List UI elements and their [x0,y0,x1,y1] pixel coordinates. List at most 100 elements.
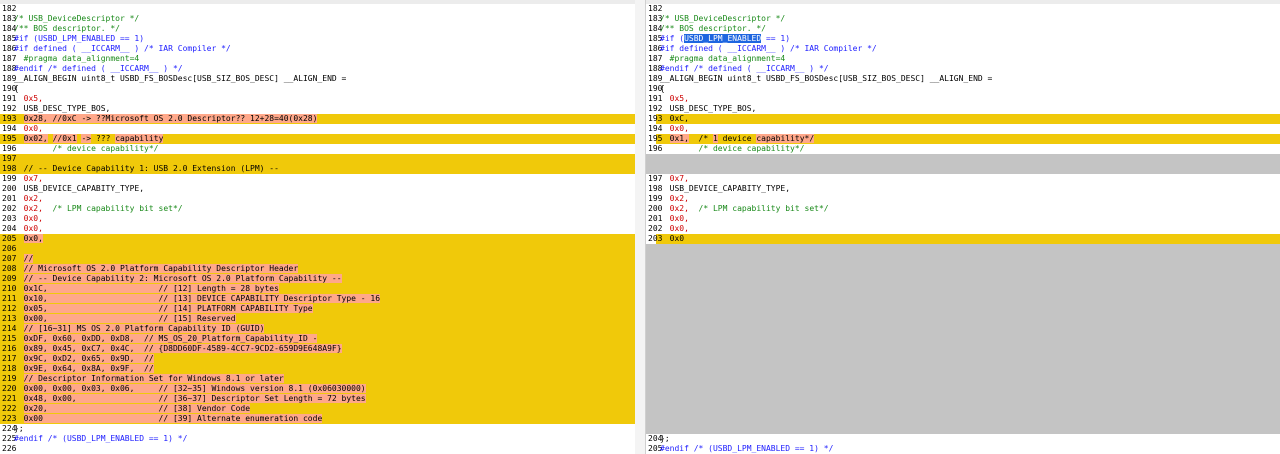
right-code-line [646,374,1280,384]
left-code-line: 198 // -- Device Capability 1: USB 2.0 E… [0,164,635,174]
line-code: 0x0, [660,214,689,224]
missing-line-filler [646,274,1280,284]
right-code-line: 198 USB_DEVICE_CAPABITY_TYPE, [646,184,1280,194]
right-code-line: 199 0x2, [646,194,1280,204]
line-code: 0x2, /* LPM capability bit set*/ [660,204,829,214]
line-code: // -- Device Capability 1: USB 2.0 Exten… [14,164,279,174]
line-code: #endif /* (USBD_LPM_ENABLED == 1) */ [660,444,833,454]
code-segment: #endif /* defined ( __ICCARM__ ) */ [660,64,829,73]
code-segment: == 1) [761,34,791,43]
right-code-line: 204}; [646,434,1280,444]
left-code-line: 220 0x00, 0x00, 0x03, 0x06, // [32~35] W… [0,384,635,394]
missing-line-filler [646,164,1280,174]
line-code: 0x9C, 0xD2, 0x65, 0x9D, // [14,354,154,364]
right-code-line: 183/* USB_DeviceDescriptor */ [646,14,1280,24]
changed-text: //0x1 [52,134,77,143]
code-segment: 0x2, [660,194,689,203]
changed-text: 0x0, [23,234,43,243]
missing-line-filler [646,244,1280,254]
code-segment: { [14,84,19,93]
code-segment: 0x0, [14,214,43,223]
left-code-line: 221 0x48, 0x00, // [36~37] Descriptor Se… [0,394,635,404]
line-code: 0x7, [14,174,43,184]
right-code-line: 191 0x5, [646,94,1280,104]
line-number: 197 [2,154,17,163]
right-code-pane[interactable]: 182 183/* USB_DeviceDescriptor */184/** B… [645,0,1280,454]
code-segment: 0x0, [14,224,43,233]
changed-line-highlight [0,154,635,164]
code-segment: #if (USBD_LPM_ENABLED == 1) [14,34,145,43]
line-code: // -- Device Capability 2: Microsoft OS … [14,274,342,284]
code-segment: // -- Device Capability 1: USB 2.0 Exten… [14,164,279,173]
code-segment: device [717,134,757,143]
right-code-line: 187 #pragma data_alignment=4 [646,54,1280,64]
right-code-line [646,264,1280,274]
changed-text: 0xDF, 0x60, 0xDD, 0xD8, // MS_OS_20_Plat… [23,334,318,343]
left-code-line: 186 #if defined ( __ICCARM__ ) /* IAR Com… [0,44,635,54]
left-code-pane[interactable]: 182 183/* USB_DeviceDescriptor */184/** B… [0,0,636,454]
right-code-line [646,334,1280,344]
left-code-line: 190{ [0,84,635,94]
changed-text: 0x02, [23,134,48,143]
missing-line-filler [646,344,1280,354]
missing-line-filler [646,284,1280,294]
right-code-line [646,254,1280,264]
left-code-line: 209 // -- Device Capability 2: Microsoft… [0,274,635,284]
right-code-line: 195 0x1, /* 1 device capability*/ [646,134,1280,144]
left-code-lines: 182 183/* USB_DeviceDescriptor */184/** B… [0,4,635,454]
line-code: 0x0, [14,214,43,224]
left-code-line: 222 0x20, // [38] Vendor Code [0,404,635,414]
line-code: 0x0, [660,224,689,234]
right-code-line [646,364,1280,374]
code-segment: 0x2, [660,204,689,213]
code-segment: 0x5, [14,94,43,103]
line-code: USB_DESC_TYPE_BOS, [14,104,111,114]
missing-line-filler [646,354,1280,364]
code-segment: #endif /* (USBD_LPM_ENABLED == 1) */ [14,434,188,443]
changed-text: 0x00, // [15] Reserved [23,314,236,323]
left-code-line: 199 0x7, [0,174,635,184]
changed-line-highlight [656,114,1280,124]
line-code: #pragma data_alignment=4 [660,54,786,64]
line-code: 0x00, // [15] Reserved [14,314,236,324]
right-code-line: 193 0xC, [646,114,1280,124]
line-code: #endif /* (USBD_LPM_ENABLED == 1) */ [14,434,187,444]
line-code: 0x0, [14,224,43,234]
line-code: USB_DESC_TYPE_BOS, [660,104,757,114]
right-code-line: 194 0x0, [646,124,1280,134]
code-segment: 0x2, [14,194,43,203]
code-segment: #pragma data_alignment=4 [14,54,140,63]
code-segment: USB_DEVICE_CAPABITY_TYPE, [660,184,791,193]
missing-line-filler [646,364,1280,374]
left-code-line: 207 // [0,254,635,264]
changed-text: 0x9E, 0x64, 0x8A, 0x9F, // [23,364,154,373]
line-code: // [16~31] MS OS 2.0 Platform Capability… [14,324,265,334]
left-code-line: 195 0x02, //0x1 -> ??? capability [0,134,635,144]
left-code-line: 203 0x0, [0,214,635,224]
code-segment: /* USB_DeviceDescriptor */ [660,14,786,23]
changed-text: 0x89, 0x45, 0xC7, 0x4C, // {D8DD60DF-458… [23,344,342,353]
changed-text: 0x05, // [14] PLATFORM CAPABILITY Type [23,304,313,313]
line-code: 0x00, 0x00, 0x03, 0x06, // [32~35] Windo… [14,384,366,394]
right-code-line [646,394,1280,404]
line-number: 226 [2,444,17,453]
left-code-line: 205 0x0, [0,234,635,244]
right-code-line: 184/** BOS descriptor. */ [646,24,1280,34]
changed-text: 0x1, [669,134,689,143]
left-code-line: 204 0x0, [0,224,635,234]
left-code-line: 216 0x89, 0x45, 0xC7, 0x4C, // {D8DD60DF… [0,344,635,354]
changed-text: // Descriptor Information Set for Window… [23,374,284,383]
line-code: // Microsoft OS 2.0 Platform Capability … [14,264,299,274]
right-code-line: 201 0x0, [646,214,1280,224]
changed-text: 0x00, 0x00, 0x03, 0x06, // [32~35] Windo… [23,384,366,393]
left-code-line: 223 0x00 // [39] Alternate enumeration c… [0,414,635,424]
